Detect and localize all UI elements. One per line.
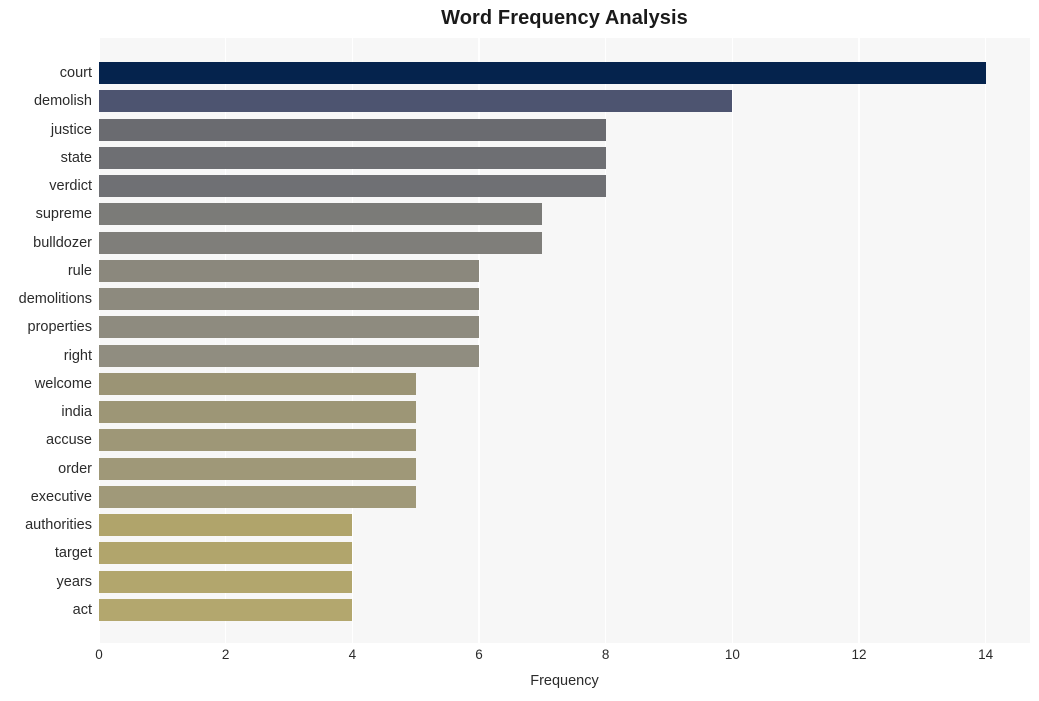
bar[interactable] xyxy=(99,90,733,113)
bar[interactable] xyxy=(99,457,416,480)
bar-row xyxy=(99,372,1030,395)
bar-row xyxy=(99,429,1030,452)
y-tick-label: court xyxy=(59,65,92,81)
bar-row xyxy=(99,401,1030,423)
y-tick-label: rule xyxy=(67,262,92,279)
y-tick-label: demolish xyxy=(33,93,92,110)
bar[interactable] xyxy=(99,118,606,141)
y-tick-label: order xyxy=(58,460,92,477)
y-tick-label: right xyxy=(63,347,92,364)
bar-row xyxy=(99,146,1030,169)
y-tick-label: welcome xyxy=(34,375,92,392)
bar[interactable] xyxy=(99,598,353,621)
y-tick-label: executive xyxy=(30,488,92,505)
y-tick-label: demolitions xyxy=(18,291,92,307)
bar-row xyxy=(99,485,1030,508)
bar[interactable] xyxy=(99,372,416,395)
bar-row xyxy=(99,570,1030,593)
bar[interactable] xyxy=(99,231,543,254)
bar[interactable] xyxy=(99,429,416,452)
y-tick-label: india xyxy=(61,404,92,420)
bar[interactable] xyxy=(99,542,353,565)
x-tick-label: 14 xyxy=(978,647,994,662)
bar[interactable] xyxy=(99,570,353,593)
bar[interactable] xyxy=(99,175,606,197)
bar[interactable] xyxy=(99,316,479,339)
bar[interactable] xyxy=(99,401,416,423)
bar-row xyxy=(99,175,1030,197)
y-tick-label: act xyxy=(72,601,92,618)
y-tick-label: verdict xyxy=(49,178,92,194)
y-tick-label: authorities xyxy=(25,517,92,533)
x-tick-label: 12 xyxy=(851,647,867,662)
bar[interactable] xyxy=(99,485,416,508)
word-frequency-chart: Word Frequency Analysis court demolish jus… xyxy=(0,0,1039,701)
x-tick-label: 2 xyxy=(221,647,230,662)
bar-row xyxy=(99,288,1030,310)
bar-row xyxy=(99,62,1030,84)
x-tick-label: 4 xyxy=(348,647,357,662)
y-tick-label: state xyxy=(60,149,92,166)
y-axis-tick-labels: court demolish justice state verdict supreme b… xyxy=(0,38,92,643)
bar[interactable] xyxy=(99,62,986,84)
plot-area xyxy=(98,38,1030,643)
bar-row xyxy=(99,514,1030,536)
bar[interactable] xyxy=(99,259,479,282)
y-tick-label: years xyxy=(56,573,92,590)
y-tick-label: justice xyxy=(50,121,92,138)
bar-row xyxy=(99,203,1030,226)
bar-row xyxy=(99,118,1030,141)
bar-row xyxy=(99,457,1030,480)
x-axis-label: Frequency xyxy=(530,673,599,689)
bar[interactable] xyxy=(99,146,606,169)
x-axis-tick-labels: 0 2 4 6 8 10 12 14 xyxy=(95,643,1030,669)
bar-row xyxy=(99,259,1030,282)
bar[interactable] xyxy=(99,203,543,226)
bar-row xyxy=(99,598,1030,621)
x-tick-label: 0 xyxy=(95,647,103,662)
chart-title: Word Frequency Analysis xyxy=(441,7,688,29)
bar[interactable] xyxy=(99,344,479,367)
y-tick-label: properties xyxy=(27,319,92,336)
bar[interactable] xyxy=(99,288,479,310)
y-tick-label: bulldozer xyxy=(33,234,92,251)
x-tick-label: 6 xyxy=(475,647,483,662)
x-tick-label: 10 xyxy=(724,647,740,662)
y-tick-label: target xyxy=(54,545,92,562)
bar-row xyxy=(99,90,1030,113)
bar-row xyxy=(99,542,1030,565)
y-tick-label: supreme xyxy=(35,206,92,223)
bar-row xyxy=(99,344,1030,367)
bar-row xyxy=(99,316,1030,339)
x-tick-label: 8 xyxy=(601,647,610,662)
y-tick-label: accuse xyxy=(46,432,92,449)
bar-row xyxy=(99,231,1030,254)
bar[interactable] xyxy=(99,514,353,536)
